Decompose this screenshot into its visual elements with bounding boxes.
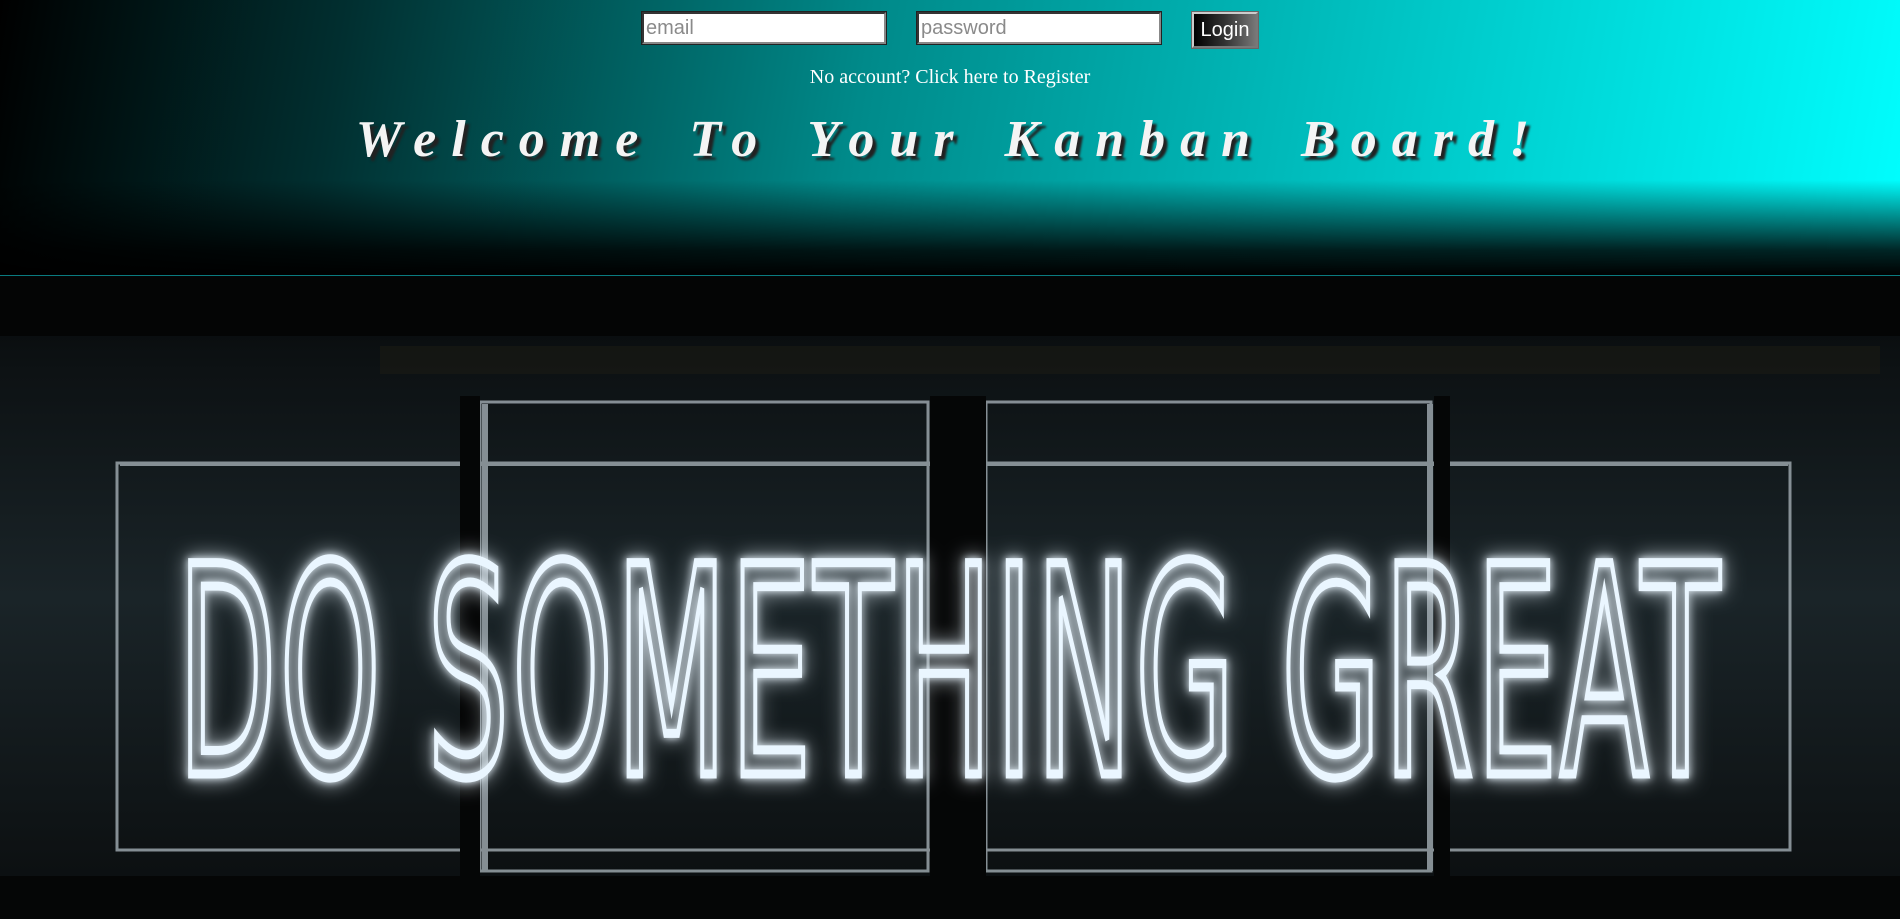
- register-link[interactable]: No account? Click here to Register: [0, 66, 1900, 89]
- email-input[interactable]: [641, 11, 887, 45]
- neon-sign-text: DO SOMETHING GREAT: [178, 506, 1723, 843]
- top-shadow: [0, 276, 1900, 336]
- hero-image: DO SOMETHING GREAT: [0, 276, 1900, 919]
- page-title: Welcome To Your Kanban Board!: [355, 111, 1545, 168]
- login-button[interactable]: Login: [1191, 11, 1259, 49]
- header-banner: Login No account? Click here to Register…: [0, 0, 1900, 276]
- password-input[interactable]: [916, 11, 1162, 45]
- neon-sign-illustration: DO SOMETHING GREAT: [0, 276, 1900, 919]
- ceiling-beam: [380, 346, 1880, 374]
